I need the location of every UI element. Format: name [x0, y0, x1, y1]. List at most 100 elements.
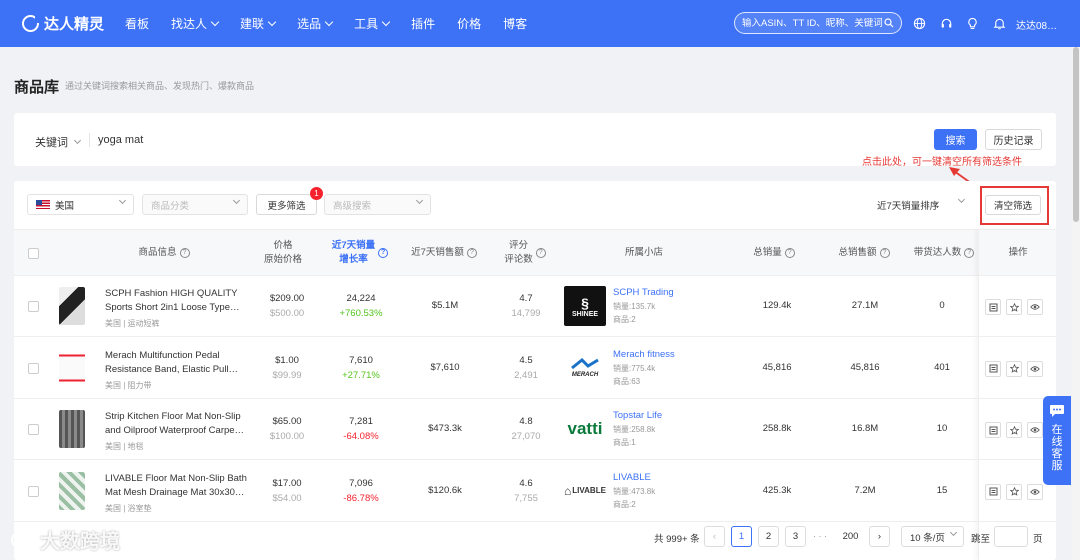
page-button[interactable]: 1	[731, 526, 752, 547]
product-thumbnail[interactable]	[59, 287, 85, 325]
growth-rate: -86.78%	[343, 492, 379, 504]
eye-icon[interactable]	[1027, 299, 1043, 315]
help-icon: ?	[378, 248, 389, 258]
shop-logo[interactable]: MERACH	[564, 348, 606, 388]
header-rating[interactable]: 评分 评论数?	[497, 239, 553, 267]
keyword-input[interactable]	[98, 130, 498, 150]
row-checkbox[interactable]	[28, 362, 39, 374]
scrollbar-thumb[interactable]	[1073, 47, 1079, 222]
product-name[interactable]: Merach Multifunction Pedal Resistance Ba…	[105, 349, 248, 377]
shop-name-link[interactable]: LIVABLE	[613, 472, 651, 483]
search-button[interactable]: 搜索	[934, 129, 977, 150]
pagination-ellipsis[interactable]: · · ·	[813, 531, 827, 541]
help-icon: ?	[784, 248, 795, 258]
product-thumbnail[interactable]	[59, 471, 85, 510]
page-button[interactable]: 3	[785, 526, 806, 547]
shop-sales: 销量:135.7k	[613, 302, 656, 311]
nav-item[interactable]: 找达人	[160, 15, 229, 32]
eye-icon[interactable]	[1027, 483, 1043, 500]
more-filters-button[interactable]: 更多筛选	[256, 194, 317, 215]
table-row[interactable]: Strip Kitchen Floor Mat Non-Slip and Oil…	[14, 399, 1056, 460]
header-total-sales[interactable]: 总销量?	[744, 246, 804, 260]
nav-item[interactable]: 插件	[400, 15, 446, 32]
page-scrollbar[interactable]	[1072, 47, 1080, 560]
shop-name-link[interactable]: SCPH Trading	[613, 287, 674, 298]
advanced-search-select[interactable]: 高级搜索	[324, 194, 431, 215]
star-icon[interactable]	[1006, 422, 1022, 438]
clear-filters-button[interactable]: 清空筛选	[985, 195, 1041, 215]
sort-select[interactable]: 近7天销量排序	[869, 194, 972, 215]
nav-item[interactable]: 博客	[492, 15, 538, 32]
chevron-down-icon	[118, 196, 127, 205]
header-price[interactable]: 价格 原始价格	[259, 239, 307, 267]
header-creators[interactable]: 带货达人数?	[904, 246, 984, 260]
detail-icon[interactable]	[985, 360, 1001, 377]
global-search[interactable]	[734, 12, 902, 34]
shop-logo[interactable]: § SHINEE	[564, 286, 606, 326]
product-thumbnail[interactable]	[59, 410, 85, 448]
table-row[interactable]: LIVABLE Floor Mat Non-Slip Bath Mat Mesh…	[14, 461, 1056, 522]
user-menu[interactable]: 达达08…	[1016, 17, 1057, 32]
bell-icon[interactable]	[991, 15, 1007, 31]
next-page-button[interactable]: ›	[869, 526, 890, 547]
rating-cell: 4.6 7,755	[514, 477, 538, 504]
row-checkbox[interactable]	[28, 424, 39, 435]
product-name[interactable]: Strip Kitchen Floor Mat Non-Slip and Oil…	[105, 410, 248, 438]
shop-name-link[interactable]: Topstar Life	[613, 410, 662, 421]
growth-rate: +27.71%	[342, 369, 380, 381]
shop-name-link[interactable]: Merach fitness	[613, 349, 675, 360]
country-select[interactable]: 美国	[27, 194, 134, 215]
globe-icon[interactable]	[911, 15, 927, 31]
total-sales-cell: 129.4k	[762, 300, 792, 311]
product-table-card: 美国 商品分类 更多筛选 1 高级搜索 近7天销量排序 清空筛选 商品信息? 价…	[14, 181, 1056, 560]
star-icon[interactable]	[1006, 483, 1022, 500]
nav-item-label: 看板	[125, 17, 150, 31]
table-row[interactable]: SCPH Fashion HIGH QUALITY Sports Short 2…	[14, 276, 1056, 337]
category-select[interactable]: 商品分类	[142, 194, 248, 215]
nav-item[interactable]: 价格	[446, 15, 492, 32]
row-checkbox[interactable]	[28, 485, 39, 497]
product-name[interactable]: LIVABLE Floor Mat Non-Slip Bath Mat Mesh…	[105, 472, 248, 500]
filter-count-badge: 1	[310, 187, 323, 200]
shop-logo[interactable]: vatti	[564, 409, 606, 449]
history-button[interactable]: 历史记录	[985, 129, 1042, 150]
shop-sales: 销量:775.4k	[613, 363, 656, 373]
table-row[interactable]: Merach Multifunction Pedal Resistance Ba…	[14, 338, 1056, 399]
detail-icon[interactable]	[985, 422, 1001, 438]
shop-logo[interactable]: ⌂ LIVABLE	[564, 471, 606, 511]
eye-icon[interactable]	[1027, 360, 1043, 377]
prev-page-button[interactable]: ‹	[704, 526, 725, 547]
page-button[interactable]: 2	[758, 526, 779, 547]
goto-page-input[interactable]	[994, 526, 1028, 547]
star-icon[interactable]	[1006, 299, 1022, 315]
keyword-type-select[interactable]: 关键词	[35, 134, 82, 150]
detail-icon[interactable]	[985, 299, 1001, 315]
header-total-revenue[interactable]: 总销售额?	[829, 246, 899, 260]
nav-item[interactable]: 看板	[114, 15, 160, 32]
header-sales7[interactable]: 近7天销量 增长率?	[327, 239, 393, 267]
row-checkbox[interactable]	[28, 301, 39, 312]
star-icon[interactable]	[1006, 360, 1022, 377]
global-search-input[interactable]	[742, 17, 884, 29]
nav-item[interactable]: 工具	[343, 15, 400, 32]
revenue7-cell: $5.1M	[431, 300, 459, 311]
nav-item[interactable]: 选品	[286, 15, 343, 32]
last-page-button[interactable]: 200	[840, 526, 861, 547]
bulb-icon[interactable]	[964, 15, 980, 31]
category-placeholder: 商品分类	[151, 200, 190, 212]
header-revenue7[interactable]: 近7天销售额?	[406, 246, 482, 260]
product-thumbnail[interactable]	[59, 348, 85, 387]
headset-icon[interactable]	[938, 15, 954, 31]
chevron-down-icon	[381, 17, 391, 26]
nav-item[interactable]: 建联	[229, 15, 286, 32]
online-service-button[interactable]: 在线客服	[1043, 396, 1071, 485]
search-icon[interactable]	[884, 18, 894, 28]
page-size-select[interactable]: 10 条/页	[901, 526, 964, 547]
product-name[interactable]: SCPH Fashion HIGH QUALITY Sports Short 2…	[105, 287, 248, 315]
eye-icon[interactable]	[1027, 422, 1043, 438]
advanced-search-placeholder: 高级搜索	[333, 200, 372, 212]
select-all-checkbox[interactable]	[28, 248, 39, 259]
detail-icon[interactable]	[985, 483, 1001, 500]
creators-cell: 10	[936, 423, 948, 434]
brand-logo[interactable]: 达人精灵	[22, 13, 104, 34]
